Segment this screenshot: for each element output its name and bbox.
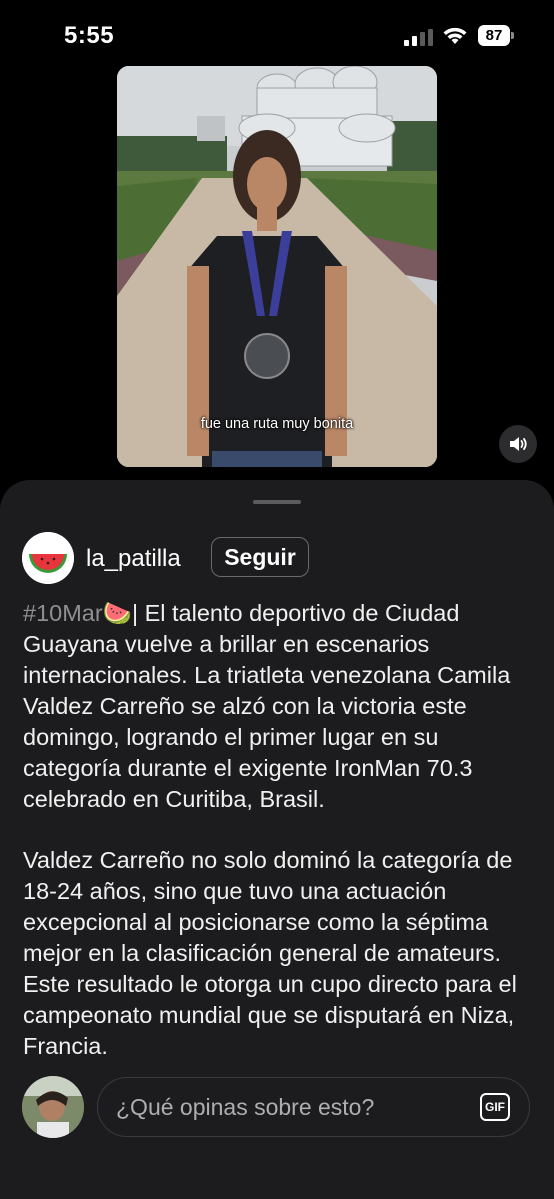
battery-level: 87 (478, 25, 510, 46)
video-subtitle: fue una ruta muy bonita (200, 416, 354, 432)
post-header: la_patilla Seguir (22, 532, 532, 586)
wifi-icon (443, 27, 467, 44)
screen: 5:55 87 fue una ruta muy bonita la_patil… (0, 0, 554, 1199)
status-time: 5:55 (64, 22, 115, 49)
speaker-volume-icon (510, 437, 527, 451)
caption-hashtag[interactable]: #10Mar (23, 600, 103, 626)
video-frame (117, 66, 437, 467)
sheet-grabber-handle[interactable] (253, 500, 301, 504)
comment-composer: GIF (0, 1058, 554, 1199)
gif-button[interactable]: GIF (480, 1093, 510, 1121)
caption-paragraph-1: #10Mar🍉| El talento deportivo de Ciudad … (23, 598, 535, 815)
follow-button[interactable]: Seguir (211, 537, 309, 577)
sound-toggle-button[interactable] (499, 425, 537, 463)
status-bar: 5:55 87 (0, 0, 554, 70)
caption-paragraph-2: Valdez Carreño no solo dominó la categor… (23, 847, 517, 1059)
user-photo (22, 1076, 84, 1138)
post-caption: #10Mar🍉| El talento deportivo de Ciudad … (23, 598, 535, 1092)
cellular-signal-icon (404, 29, 433, 46)
account-username[interactable]: la_patilla (86, 545, 181, 573)
comment-input[interactable] (97, 1077, 530, 1137)
current-user-avatar (22, 1076, 84, 1138)
video-player[interactable]: fue una ruta muy bonita (117, 66, 437, 467)
watermelon-emoji: 🍉 (102, 600, 132, 626)
account-avatar[interactable] (22, 532, 74, 584)
battery-tip (511, 32, 514, 39)
battery-icon: 87 (478, 25, 514, 46)
caption-text-1: | El talento deportivo de Ciudad Guayana… (23, 600, 511, 812)
watermelon-logo-icon (22, 532, 74, 584)
